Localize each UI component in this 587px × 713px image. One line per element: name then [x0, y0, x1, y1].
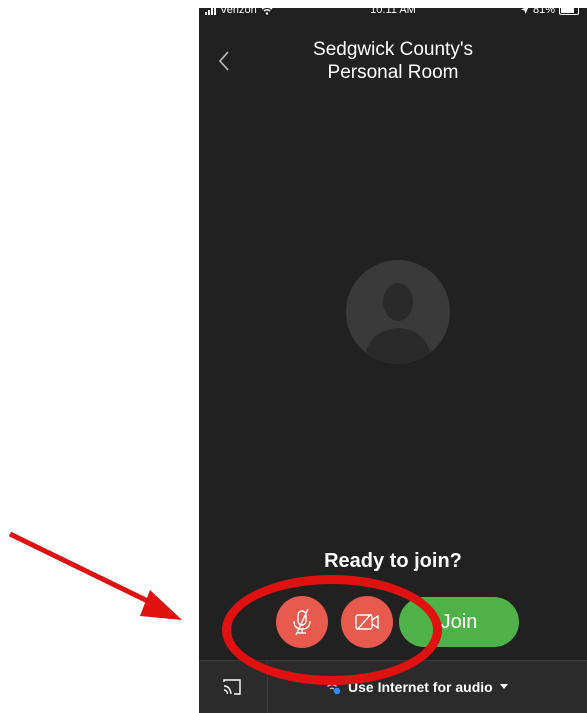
ready-heading: Ready to join?: [324, 550, 462, 572]
stop-video-button[interactable]: [341, 596, 393, 648]
back-chevron-icon: [218, 51, 229, 71]
join-label: Join: [440, 611, 478, 633]
back-button[interactable]: [215, 48, 235, 74]
avatar-silhouette-icon: [364, 283, 432, 364]
page-title: Sedgwick County's Personal Room: [259, 38, 527, 84]
phone-screen: Verizon 10:11 AM 81% Sedgwick County's P…: [199, 0, 587, 713]
mic-off-icon: [293, 608, 311, 636]
audio-option-label: Use Internet for audio: [348, 679, 493, 695]
cast-button[interactable]: [221, 677, 243, 697]
title-line-1: Sedgwick County's: [313, 39, 473, 60]
annotation-arrow-icon: [8, 531, 182, 620]
avatar: [346, 260, 450, 364]
caret-down-icon: [499, 684, 508, 689]
join-button[interactable]: Join: [399, 597, 519, 647]
video-off-icon: [355, 613, 379, 631]
bottom-divider: [267, 661, 268, 713]
audio-option-button[interactable]: Use Internet for audio: [324, 679, 509, 695]
title-line-2: Personal Room: [327, 62, 459, 83]
bottom-bar: Use Internet for audio: [199, 660, 587, 713]
wifi-audio-icon: [324, 680, 341, 695]
mute-audio-button[interactable]: [276, 596, 328, 648]
top-crop-strip: [0, 0, 587, 8]
cast-icon: [223, 679, 241, 695]
